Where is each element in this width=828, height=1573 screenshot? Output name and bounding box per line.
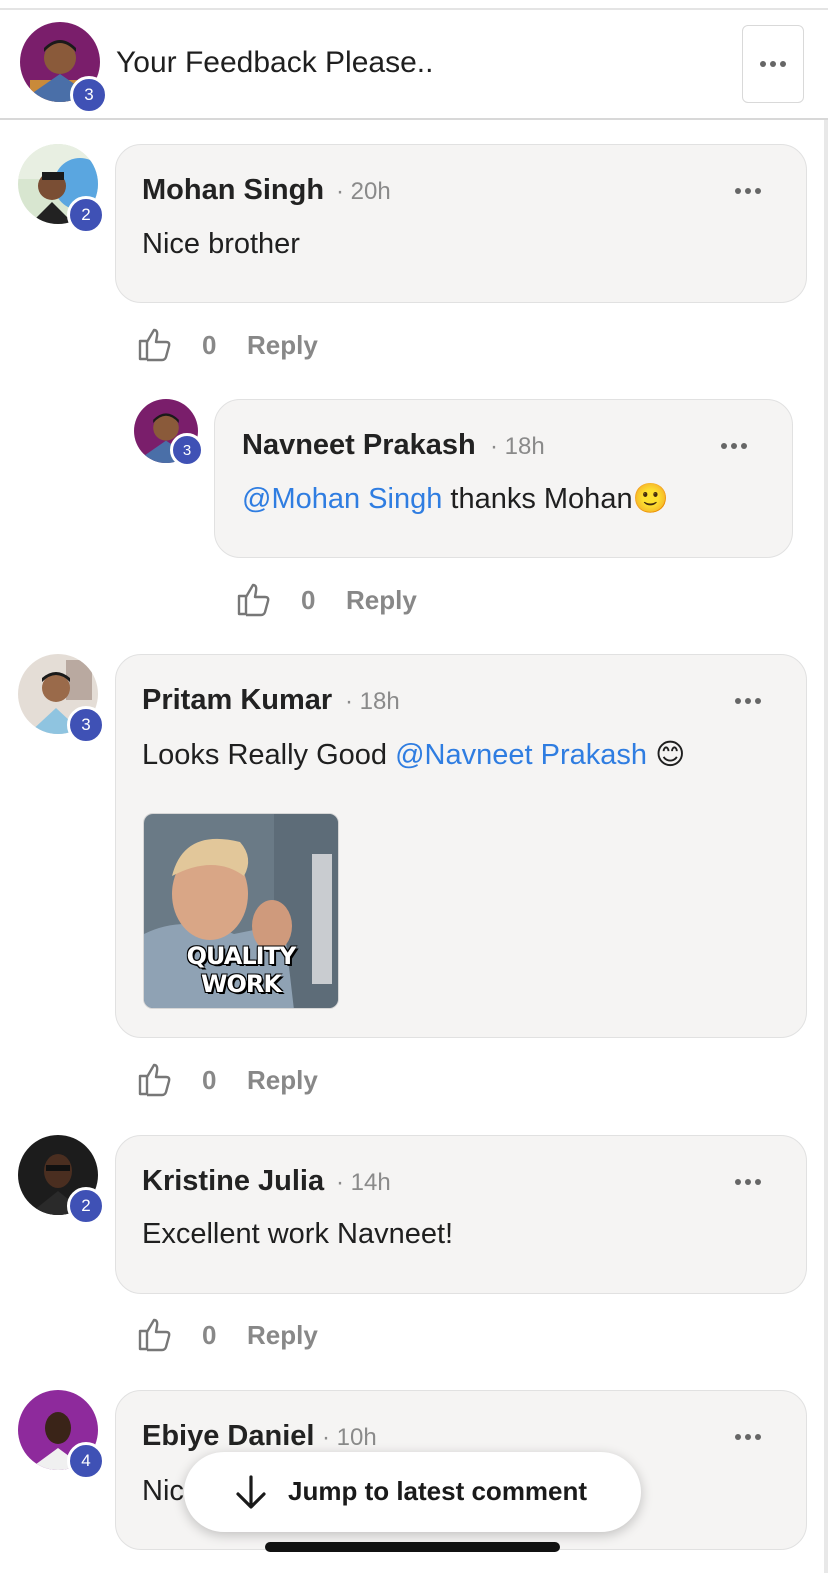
avatar-badge: 2 xyxy=(67,196,105,234)
blush-emoji: 😊 xyxy=(655,739,686,771)
gif-image[interactable]: QUALITY WORK xyxy=(143,813,339,1009)
comment-avatar[interactable]: 3 xyxy=(134,399,204,467)
avatar-badge: 4 xyxy=(67,1442,105,1480)
comment-author[interactable]: Navneet Prakash xyxy=(242,429,476,462)
comment-time: · 18h xyxy=(490,433,545,460)
comment-author[interactable]: Pritam Kumar xyxy=(142,684,332,717)
comment-avatar[interactable]: 4 xyxy=(18,1390,105,1480)
thumbs-up-icon[interactable] xyxy=(137,1316,173,1352)
comment-text: Looks Really Good @Navneet Prakash 😊 xyxy=(142,737,685,772)
comment-options-icon[interactable] xyxy=(735,698,761,704)
comment-actions: 0 Reply xyxy=(137,326,337,366)
mention-link[interactable]: @Navneet Prakash xyxy=(395,739,647,771)
reply-button[interactable]: Reply xyxy=(247,1065,318,1096)
like-count: 0 xyxy=(202,1320,217,1350)
comment-avatar[interactable]: 3 xyxy=(18,654,105,744)
comment-options-icon[interactable] xyxy=(735,1434,761,1440)
header-avatar[interactable]: 3 xyxy=(20,22,108,114)
reply-button[interactable]: Reply xyxy=(247,1320,318,1351)
reply-button[interactable]: Reply xyxy=(247,330,318,361)
comment-text: Nice brother xyxy=(142,228,300,260)
like-count: 0 xyxy=(202,330,217,360)
like-count: 0 xyxy=(301,585,316,615)
jump-to-latest-button[interactable]: Jump to latest comment xyxy=(184,1452,641,1532)
comment-author[interactable]: Ebiye Daniel xyxy=(142,1420,314,1453)
avatar-badge: 3 xyxy=(67,706,105,744)
home-indicator[interactable] xyxy=(265,1542,560,1552)
page-title: Your Feedback Please.. xyxy=(116,46,434,79)
comment-options-icon[interactable] xyxy=(721,443,747,449)
more-horizontal-icon xyxy=(760,61,786,67)
thumbs-up-icon[interactable] xyxy=(236,581,272,617)
mention-link[interactable]: @Mohan Singh xyxy=(242,483,442,515)
thumbs-up-icon[interactable] xyxy=(137,326,173,362)
comment-actions: 0 Reply xyxy=(236,581,436,621)
avatar-badge: 3 xyxy=(170,433,204,467)
thumbs-up-icon[interactable] xyxy=(137,1061,173,1097)
like-count: 0 xyxy=(202,1065,217,1095)
comment-actions: 0 Reply xyxy=(137,1316,337,1356)
arrow-down-icon xyxy=(236,1475,266,1509)
comment-text: Nic xyxy=(142,1475,184,1507)
comment-avatar[interactable]: 2 xyxy=(18,1135,105,1225)
comment-options-icon[interactable] xyxy=(735,188,761,194)
comment-actions: 0 Reply xyxy=(137,1061,337,1101)
avatar-badge: 2 xyxy=(67,1187,105,1225)
comment-time: · 18h xyxy=(345,688,400,715)
comment-bubble xyxy=(115,144,807,303)
scroll-edge xyxy=(824,120,828,1573)
comment-text-body: thanks Mohan xyxy=(442,483,633,515)
smile-emoji: 🙂 xyxy=(632,483,669,515)
reply-button[interactable]: Reply xyxy=(346,585,417,616)
comment-time: · 20h xyxy=(336,178,391,205)
comment-author[interactable]: Mohan Singh xyxy=(142,174,324,207)
header-avatar-badge: 3 xyxy=(70,76,108,114)
comment-bubble xyxy=(115,1135,807,1294)
gif-caption: QUALITY WORK xyxy=(186,942,297,998)
post-options-button[interactable] xyxy=(742,25,804,103)
comment-avatar[interactable]: 2 xyxy=(18,144,105,234)
comment-author[interactable]: Kristine Julia xyxy=(142,1165,324,1198)
post-header: 3 Your Feedback Please.. xyxy=(0,8,828,120)
comment-text: @Mohan Singh thanks Mohan🙂 xyxy=(242,482,669,516)
comment-time: · 10h xyxy=(322,1424,377,1451)
comment-text-body: Looks Really Good xyxy=(142,739,396,771)
comment-time: · 14h xyxy=(336,1169,391,1196)
comment-options-icon[interactable] xyxy=(735,1179,761,1185)
comment-bubble xyxy=(214,399,793,558)
comment-text: Excellent work Navneet! xyxy=(142,1218,454,1250)
jump-to-latest-label: Jump to latest comment xyxy=(288,1476,588,1506)
